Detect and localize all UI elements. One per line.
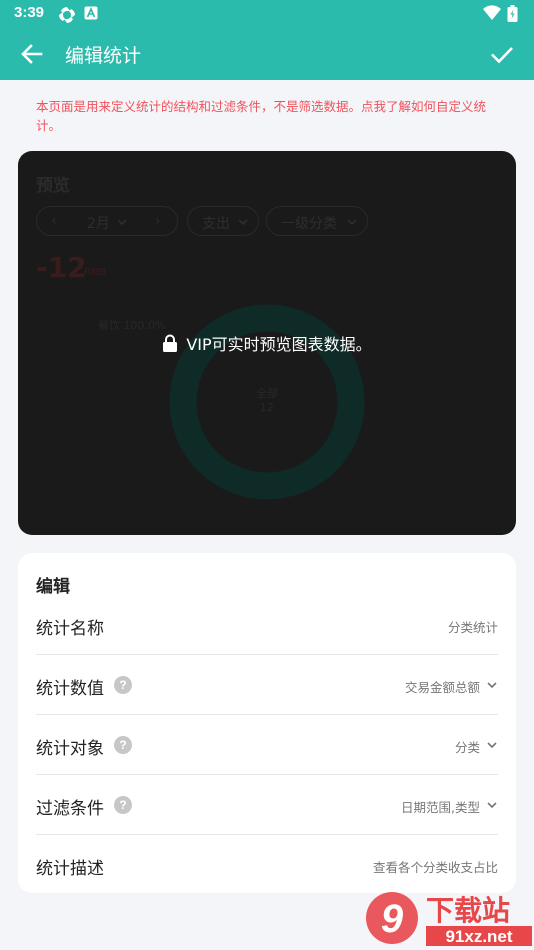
preview-amount-unit: RMB <box>84 267 107 278</box>
svg-text:9: 9 <box>381 897 404 941</box>
type-filter-pill: 支出 <box>187 206 259 236</box>
chart-preview-card[interactable]: 预览 ‹ 2月 › 支出 一级分类 -12 RMB 餐饮 100.0% 全部 1… <box>18 151 516 535</box>
page-title: 编辑统计 <box>65 45 142 67</box>
category-filter-pill: 一级分类 <box>266 206 368 236</box>
row-filter-conditions[interactable]: 过滤条件 ? 日期范围,类型 <box>36 775 498 835</box>
battery-icon <box>507 5 518 22</box>
row-value: 查看各个分类收支占比 <box>372 860 498 875</box>
date-next-arrow: › <box>155 213 161 229</box>
row-label: 统计名称 <box>36 619 104 639</box>
editor-card: 编辑 统计名称 分类统计 统计数值 ? 交易金额总额 统计对象 ? 分类 过滤条… <box>18 553 516 893</box>
status-bar: 3:39 <box>0 0 534 28</box>
row-value: 日期范围,类型 <box>401 800 480 815</box>
donut-center: 全部 12 <box>243 387 291 415</box>
row-label: 统计描述 <box>36 859 104 879</box>
watermark-title: 下载站 <box>426 894 510 927</box>
row-stat-value[interactable]: 统计数值 ? 交易金额总额 <box>36 655 498 715</box>
chevron-down-icon <box>487 742 497 749</box>
preview-title: 预览 <box>36 176 70 196</box>
row-value: 交易金额总额 <box>404 680 480 695</box>
help-icon[interactable]: ? <box>114 676 132 694</box>
row-value: 分类统计 <box>447 620 498 635</box>
a-notification-icon <box>84 6 98 20</box>
chevron-down-icon <box>487 682 497 689</box>
preview-amount: -12 <box>36 251 87 284</box>
row-label: 统计对象 <box>36 739 104 759</box>
site-watermark-logo: 9 下载站 91xz.net <box>366 892 532 946</box>
status-time: 3:39 <box>14 4 45 21</box>
help-notice-link[interactable]: 本页面是用来定义统计的结构和过滤条件，不是筛选数据。点我了解如何自定义统计。 <box>36 97 498 135</box>
category-filter-value: 一级分类 <box>281 216 337 232</box>
date-filter-pill: ‹ 2月 › <box>36 206 178 236</box>
row-label: 统计数值 <box>36 679 104 699</box>
date-prev-arrow: ‹ <box>51 213 57 229</box>
check-icon[interactable] <box>488 40 516 68</box>
help-icon[interactable]: ? <box>114 736 132 754</box>
donut-center-label: 全部 <box>256 387 278 400</box>
chevron-down-icon <box>347 219 357 226</box>
type-filter-value: 支出 <box>202 216 230 232</box>
watermark-url: 91xz.net <box>445 927 512 946</box>
row-stat-description[interactable]: 统计描述 查看各个分类收支占比 <box>36 835 498 895</box>
arrow-back-icon[interactable] <box>18 40 46 68</box>
lock-icon <box>163 334 178 352</box>
chevron-down-icon <box>117 219 127 226</box>
donut-center-value: 12 <box>260 401 274 414</box>
chevron-down-icon <box>487 802 497 809</box>
sync-icon <box>59 7 75 23</box>
chevron-down-icon <box>238 219 248 226</box>
app-bar: 编辑统计 <box>0 28 534 80</box>
date-filter-value: 2月 <box>87 216 110 232</box>
wifi-icon <box>483 5 501 21</box>
editor-section-title: 编辑 <box>36 577 70 597</box>
help-icon[interactable]: ? <box>114 796 132 814</box>
row-stat-name[interactable]: 统计名称 分类统计 <box>36 595 498 655</box>
vip-message-text: VIP可实时预览图表数据。 <box>186 335 372 354</box>
row-stat-object[interactable]: 统计对象 ? 分类 <box>36 715 498 775</box>
vip-lock-message[interactable]: VIP可实时预览图表数据。 <box>18 331 516 355</box>
row-value: 分类 <box>454 740 480 755</box>
row-label: 过滤条件 <box>36 799 104 819</box>
